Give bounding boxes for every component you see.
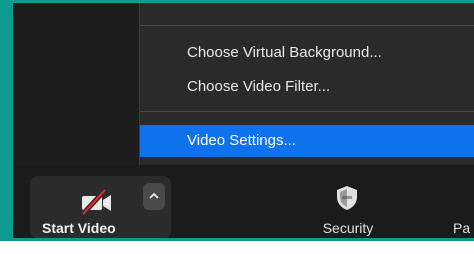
menu-item-video-filter[interactable]: Choose Video Filter... xyxy=(140,71,474,103)
shield-icon xyxy=(337,186,357,210)
participants-label-partial[interactable]: Pa xyxy=(453,220,470,236)
meeting-window: Choose Virtual Background... Choose Vide… xyxy=(13,3,474,241)
bottom-margin xyxy=(0,241,474,254)
security-label: Security xyxy=(322,220,374,236)
chevron-up-icon xyxy=(149,192,159,199)
start-video-label[interactable]: Start Video xyxy=(30,220,171,236)
start-video-group: Start Video xyxy=(30,176,171,239)
menu-separator xyxy=(140,111,474,112)
video-camera-off-icon[interactable] xyxy=(80,188,120,216)
frame-bottom-edge xyxy=(13,238,474,241)
menu-separator xyxy=(140,25,474,26)
menu-item-virtual-background[interactable]: Choose Virtual Background... xyxy=(140,37,474,69)
video-options-button[interactable] xyxy=(143,183,165,210)
security-button[interactable]: Security xyxy=(298,176,398,239)
video-options-menu: Choose Virtual Background... Choose Vide… xyxy=(139,3,474,165)
meeting-toolbar: Start Video Security Pa xyxy=(13,165,474,241)
menu-item-video-settings[interactable]: Video Settings... xyxy=(140,125,474,157)
